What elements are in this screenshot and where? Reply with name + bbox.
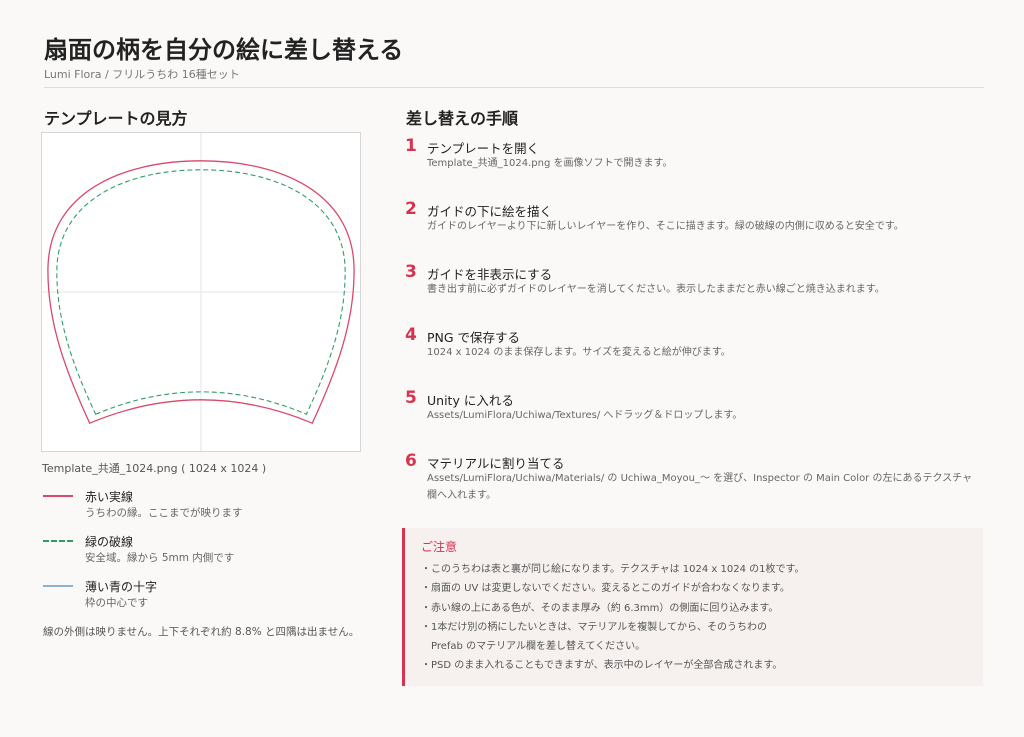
step-desc: Assets/LumiFlora/Uchiwa/Textures/ へドラッグ＆… <box>427 410 743 421</box>
legend-desc: 枠の中心です <box>85 597 148 609</box>
list-item: ・このうちわは表と裏が同じ絵になります。テクスチャは 1024 x 1024 の… <box>421 564 805 575</box>
blue-cross-line-swatch <box>43 585 73 587</box>
header-divider <box>44 87 984 88</box>
list-item: ・PSD のまま入れることもできますが、表示中のレイヤーが全部合成されます。 <box>421 660 783 672</box>
step-number: 3 <box>405 262 417 282</box>
template-guide-diagram <box>42 133 360 451</box>
step-number: 4 <box>405 325 417 345</box>
list-item: Prefab のマテリアル欄を差し替えてください。 <box>421 641 646 653</box>
steps-heading: 差し替えの手順 <box>406 109 519 128</box>
step-number: 2 <box>405 199 417 219</box>
caution-title: ご注意 <box>421 540 458 554</box>
legend-desc: うちわの縁。ここまでが映ります <box>85 507 243 519</box>
page-subtitle: Lumi Flora / フリルうちわ 16種セット <box>44 68 240 81</box>
step-desc: ガイドのレイヤーより下に新しいレイヤーを作り、そこに描きます。緑の破線の内側に収… <box>427 221 904 232</box>
legend-desc: 安全域。縁から 5mm 内側です <box>85 552 235 564</box>
step-desc: 書き出す前に必ずガイドのレイヤーを消してください。表示したままだと赤い線ごと焼き… <box>427 284 885 295</box>
caution-box: ご注意 ・このうちわは表と裏が同じ絵になります。テクスチャは 1024 x 10… <box>402 528 983 686</box>
list-item: ・扇面の UV は変更しないでください。変えるとこのガイドが合わなくなります。 <box>421 583 790 595</box>
step-number: 1 <box>405 136 417 156</box>
legend-title: 緑の破線 <box>85 535 134 549</box>
template-guide-heading: テンプレートの見方 <box>44 109 188 128</box>
legend-title: 赤い実線 <box>85 490 134 504</box>
green-dashed-line-swatch <box>43 540 73 542</box>
step-desc: Template_共通_1024.png を画像ソフトで開きます。 <box>427 158 673 169</box>
red-solid-line-swatch <box>43 495 73 497</box>
step-number: 6 <box>405 451 417 471</box>
step-number: 5 <box>405 388 417 408</box>
legend-title: 薄い青の十字 <box>85 580 158 594</box>
list-item: ・赤い線の上にある色が、そのまま厚み（約 6.3mm）の側面に回り込みます。 <box>421 602 779 614</box>
page-title: 扇面の柄を自分の絵に差し替える <box>44 36 404 64</box>
step-desc: Assets/LumiFlora/Uchiwa/Materials/ の Uch… <box>427 473 973 501</box>
visibility-note: 線の外側は映りません。上下それぞれ約 8.8% と四隅は出ません。 <box>43 626 360 638</box>
list-item: ・1本だけ別の柄にしたいときは、マテリアルを複製してから、そのうちわの <box>421 621 767 633</box>
caution-list: ・このうちわは表と裏が同じ絵になります。テクスチャは 1024 x 1024 の… <box>421 560 805 676</box>
template-caption: Template_共通_1024.png ( 1024 x 1024 ) <box>42 462 267 475</box>
step-desc: 1024 x 1024 のまま保存します。サイズを変えると絵が伸びます。 <box>427 347 731 358</box>
template-preview <box>41 132 361 452</box>
